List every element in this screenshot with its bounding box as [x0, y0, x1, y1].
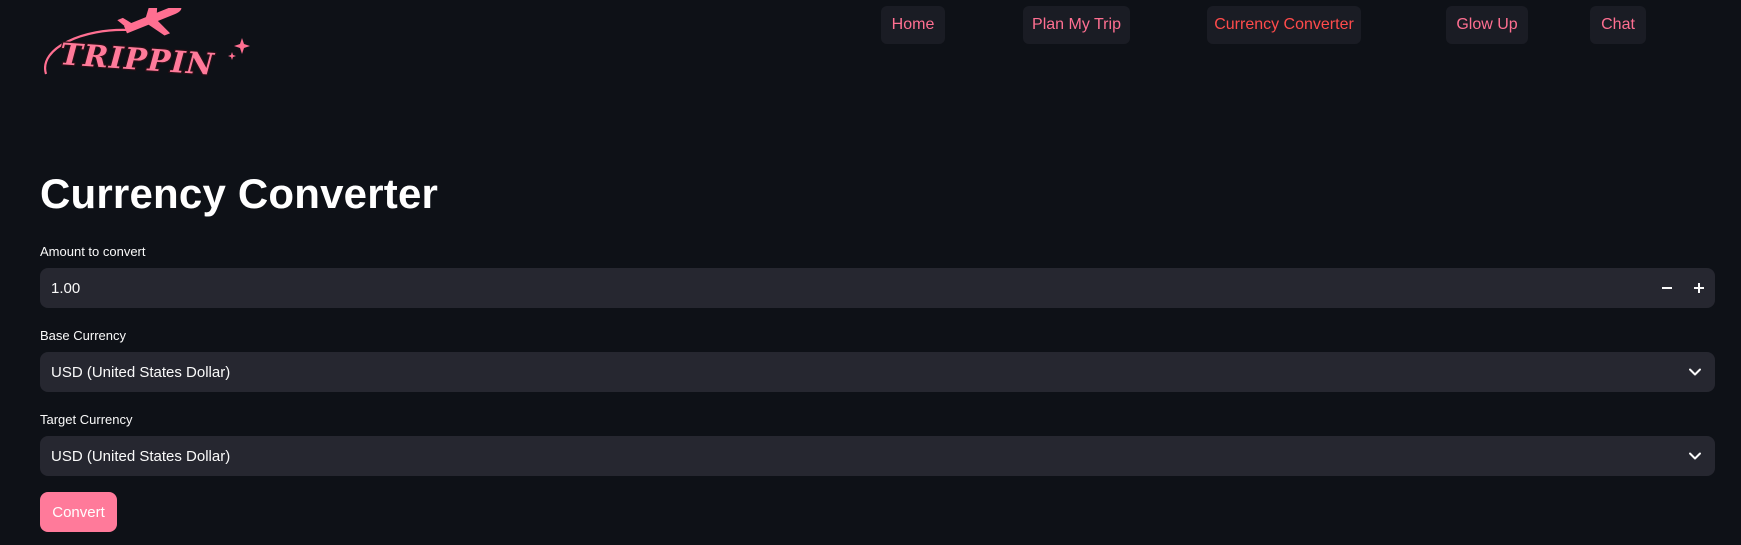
base-currency-label: Base Currency	[40, 328, 126, 343]
page-title: Currency Converter	[40, 170, 439, 217]
target-currency-select[interactable]: USD (United States Dollar)	[40, 436, 1715, 476]
minus-icon	[1662, 287, 1672, 289]
decrement-button[interactable]	[1651, 268, 1683, 308]
plus-icon	[1694, 283, 1704, 293]
target-currency-value: USD (United States Dollar)	[51, 447, 231, 465]
nav-chat[interactable]: Chat	[1590, 6, 1646, 44]
app-page: TRIPPIN Home Plan My Trip Currency Conve…	[0, 0, 1741, 545]
increment-button[interactable]	[1683, 268, 1715, 308]
nav-glow-up[interactable]: Glow Up	[1446, 6, 1528, 44]
amount-label: Amount to convert	[40, 244, 146, 259]
nav-currency-converter[interactable]: Currency Converter	[1207, 6, 1361, 44]
sparkle-icon	[228, 52, 236, 60]
target-currency-label: Target Currency	[40, 412, 133, 427]
amount-value[interactable]: 1.00	[40, 280, 1651, 297]
target-currency-dropdown-toggle[interactable]	[1675, 436, 1715, 476]
amount-number-input[interactable]: 1.00	[40, 268, 1715, 308]
base-currency-value: USD (United States Dollar)	[51, 363, 231, 381]
chevron-down-icon	[1689, 368, 1701, 376]
nav-home[interactable]: Home	[881, 6, 945, 44]
trippin-logo[interactable]: TRIPPIN	[44, 8, 254, 84]
chevron-down-icon	[1689, 452, 1701, 460]
base-currency-dropdown-toggle[interactable]	[1675, 352, 1715, 392]
nav-plan-my-trip[interactable]: Plan My Trip	[1023, 6, 1130, 44]
convert-button[interactable]: Convert	[40, 492, 117, 532]
sparkle-icon	[234, 38, 250, 54]
logo-text: TRIPPIN	[59, 37, 217, 83]
base-currency-select[interactable]: USD (United States Dollar)	[40, 352, 1715, 392]
